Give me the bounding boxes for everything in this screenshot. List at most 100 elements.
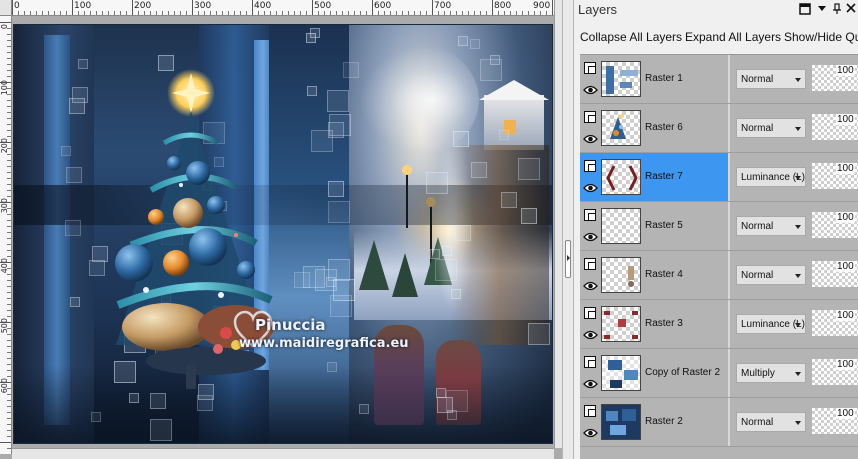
ruler-left-label: 200	[0, 138, 9, 154]
layer-thumbnail[interactable]	[601, 306, 641, 342]
layer-info[interactable]: Raster 4	[580, 251, 728, 299]
blend-mode-dropdown[interactable]: Normal	[736, 69, 806, 89]
ruler-tick	[276, 11, 277, 15]
ruler-tick	[552, 0, 553, 15]
blend-mode-dropdown[interactable]: Normal	[736, 118, 806, 138]
canvas-vertical-scrollbar[interactable]	[554, 0, 562, 448]
layer-name[interactable]: Raster 7	[645, 171, 683, 182]
blend-mode-value: Multiply	[741, 368, 775, 379]
layer-group-icon[interactable]	[584, 209, 596, 221]
canvas-horizontal-scrollbar[interactable]	[12, 448, 554, 459]
layer-thumbnail[interactable]	[601, 404, 641, 440]
show-hide-quick-button[interactable]: Show/Hide Qu	[784, 30, 858, 44]
layer-group-icon[interactable]	[584, 160, 596, 172]
layer-info[interactable]: Raster 2	[580, 398, 728, 446]
ruler-top-label: 100	[74, 1, 92, 11]
blend-mode-dropdown[interactable]: Normal	[736, 216, 806, 236]
art-square	[430, 249, 440, 259]
layer-thumbnail[interactable]	[601, 208, 641, 244]
layer-info[interactable]: Raster 6	[580, 104, 728, 152]
layer-info[interactable]: Raster 1	[580, 55, 728, 103]
opacity-field[interactable]: 100	[812, 359, 858, 385]
layer-name[interactable]: Raster 4	[645, 269, 683, 280]
layer-group-icon[interactable]	[584, 307, 596, 319]
ruler-tick	[7, 238, 11, 239]
layer-group-icon[interactable]	[584, 356, 596, 368]
opacity-field[interactable]: 100	[812, 212, 858, 238]
blend-mode-dropdown[interactable]: Normal	[736, 412, 806, 432]
opacity-field[interactable]: 100	[812, 310, 858, 336]
restore-window-icon[interactable]	[798, 3, 812, 17]
blend-mode-dropdown[interactable]: Luminance (L)	[736, 314, 806, 334]
splitter-grip[interactable]	[565, 240, 571, 278]
options-dropdown-icon[interactable]	[815, 3, 829, 17]
layer-info[interactable]: Raster 7	[580, 153, 728, 201]
layer-row[interactable]: Raster 6 Normal 100	[580, 104, 858, 153]
ruler-tick	[498, 11, 499, 15]
ruler-tick	[282, 11, 283, 15]
layer-name[interactable]: Copy of Raster 2	[645, 367, 720, 378]
ruler-tick	[360, 11, 361, 15]
layer-thumbnail[interactable]	[601, 110, 641, 146]
layer-row[interactable]: Raster 4 Normal 100	[580, 251, 858, 300]
ruler-tick	[7, 28, 11, 29]
opacity-field[interactable]: 100	[812, 163, 858, 189]
layer-name[interactable]: Raster 5	[645, 220, 683, 231]
visibility-eye-icon[interactable]	[583, 182, 598, 194]
layer-row[interactable]: Raster 5 Normal 100	[580, 202, 858, 251]
layer-group-icon[interactable]	[584, 62, 596, 74]
visibility-eye-icon[interactable]	[583, 133, 598, 145]
visibility-eye-icon[interactable]	[583, 231, 598, 243]
layer-thumbnail[interactable]	[601, 159, 641, 195]
layer-thumbnail[interactable]	[601, 61, 641, 97]
ruler-tick	[7, 40, 11, 41]
ruler-top-label: 700	[434, 1, 452, 11]
visibility-eye-icon[interactable]	[583, 280, 598, 292]
layer-row[interactable]: Raster 2 Normal 100	[580, 398, 858, 447]
ruler-tick	[7, 130, 11, 131]
blend-mode-dropdown[interactable]: Multiply	[736, 363, 806, 383]
layer-group-icon[interactable]	[584, 405, 596, 417]
layer-info[interactable]: Raster 5	[580, 202, 728, 250]
opacity-field[interactable]: 100	[812, 261, 858, 287]
ruler-tick	[7, 286, 11, 287]
art-square	[91, 412, 101, 422]
opacity-field[interactable]: 100	[812, 114, 858, 140]
layer-group-icon[interactable]	[584, 111, 596, 123]
blend-mode-dropdown[interactable]: Normal	[736, 265, 806, 285]
ruler-tick	[7, 370, 11, 371]
ruler-tick	[7, 256, 11, 257]
layer-group-icon[interactable]	[584, 258, 596, 270]
canvas-image[interactable]: Pinuccia www.maidiregrafica.eu	[13, 24, 553, 444]
layer-name[interactable]: Raster 2	[645, 416, 683, 427]
ruler-tick	[7, 136, 11, 137]
ruler-top: 0 100 200 300 400 500 600 700 800 900	[12, 0, 554, 16]
opacity-field[interactable]: 100	[812, 65, 858, 91]
opacity-field[interactable]: 100	[812, 408, 858, 434]
visibility-eye-icon[interactable]	[583, 427, 598, 439]
layer-info[interactable]: Copy of Raster 2	[580, 349, 728, 397]
visibility-eye-icon[interactable]	[583, 329, 598, 341]
layer-row[interactable]: Raster 1 Normal 100	[580, 55, 858, 104]
layer-name[interactable]: Raster 6	[645, 122, 683, 133]
layer-info[interactable]: Raster 3	[580, 300, 728, 348]
layer-thumbnail[interactable]	[601, 257, 641, 293]
layer-row[interactable]: Copy of Raster 2 Multiply 100	[580, 349, 858, 398]
collapse-all-layers-button[interactable]: Collapse All Layers	[580, 30, 682, 44]
layer-thumbnail[interactable]	[601, 355, 641, 391]
expand-all-layers-button[interactable]: Expand All Layers	[685, 30, 781, 44]
ruler-tick	[0, 82, 11, 83]
visibility-eye-icon[interactable]	[583, 378, 598, 390]
layer-row[interactable]: Raster 3 Luminance (L) 100	[580, 300, 858, 349]
ruler-tick	[7, 244, 11, 245]
visibility-eye-icon[interactable]	[583, 84, 598, 96]
close-icon[interactable]	[844, 3, 858, 17]
layer-name[interactable]: Raster 3	[645, 318, 683, 329]
ruler-tick	[414, 11, 415, 15]
panel-splitter[interactable]	[562, 0, 574, 459]
pin-icon[interactable]	[830, 3, 844, 17]
blend-mode-dropdown[interactable]: Luminance (L)	[736, 167, 806, 187]
layer-name[interactable]: Raster 1	[645, 73, 683, 84]
ruler-tick	[336, 11, 337, 15]
layer-row-selected[interactable]: Raster 7 Luminance (L) 100	[580, 153, 858, 202]
